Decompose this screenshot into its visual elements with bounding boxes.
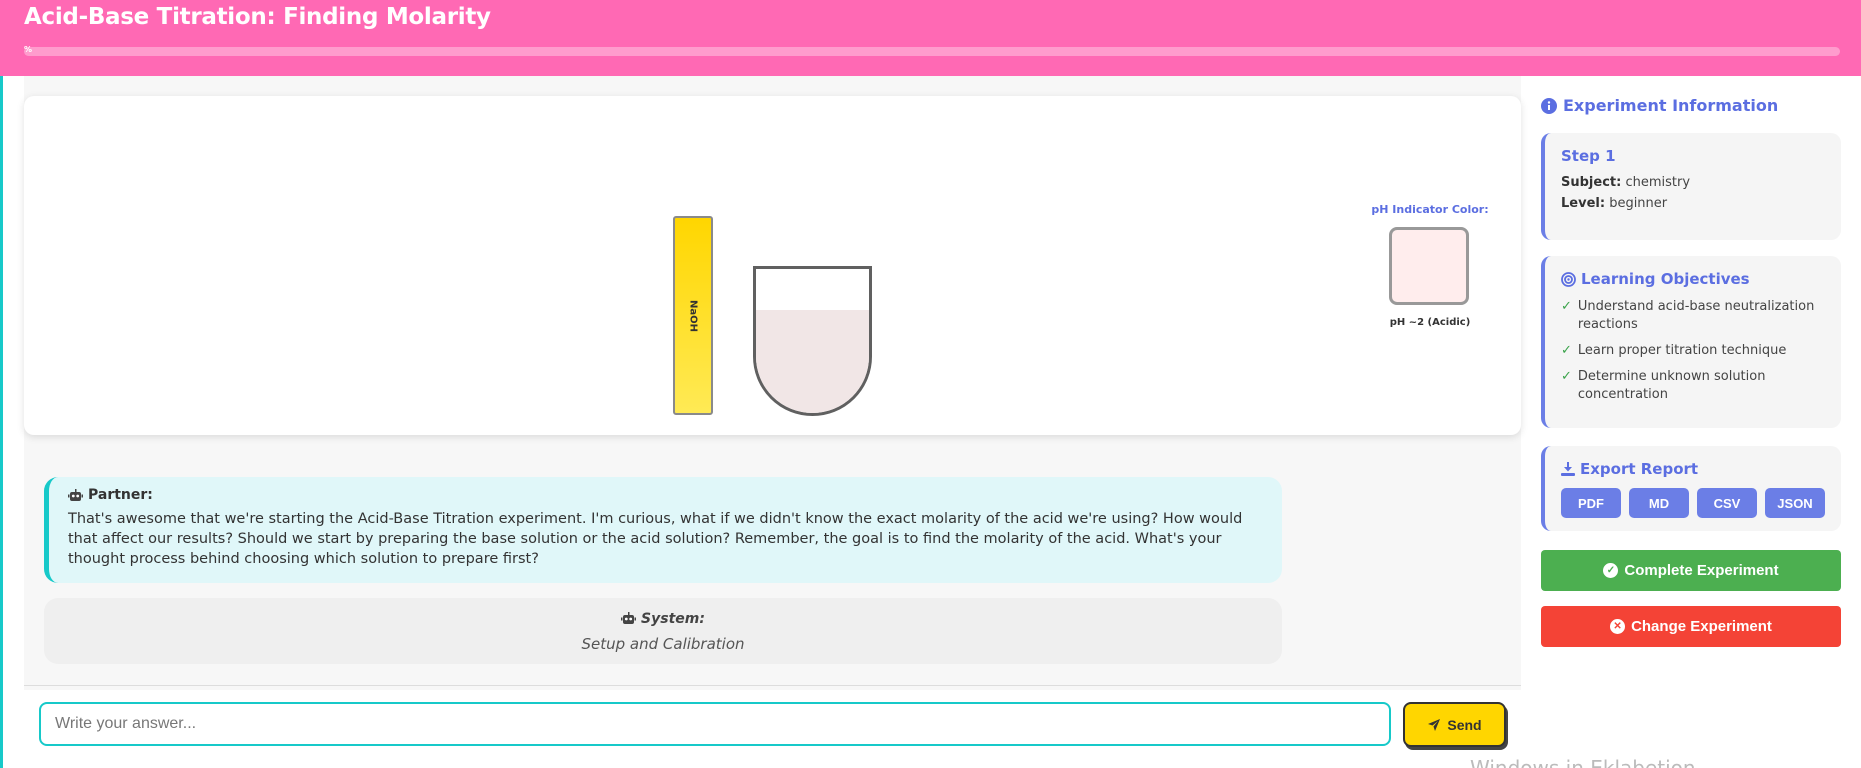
objective-item: ✓ Learn proper titration technique [1561, 342, 1825, 360]
objectives-title: Learning Objectives [1581, 270, 1750, 288]
system-sender-label: System: [641, 610, 705, 627]
objectives-heading: Learning Objectives [1561, 270, 1825, 288]
burette: NaOH [673, 216, 713, 415]
level-value: beginner [1609, 196, 1668, 211]
x-circle-icon: ✕ [1610, 619, 1626, 634]
subject-value: chemistry [1625, 175, 1691, 190]
paper-plane-icon [1428, 718, 1441, 731]
export-heading: Export Report [1561, 460, 1825, 478]
download-icon [1561, 462, 1575, 476]
system-sender: System: [621, 611, 705, 627]
objective-text: Understand acid-base neutralization reac… [1577, 299, 1815, 332]
export-title: Export Report [1580, 460, 1699, 478]
left-border [0, 76, 3, 768]
chat-divider [24, 685, 1521, 686]
ph-indicator-swatch [1389, 227, 1469, 305]
subject-row: Subject: chemistry [1561, 175, 1825, 190]
export-pdf-button[interactable]: PDF [1561, 488, 1621, 518]
flask-liquid [756, 310, 869, 413]
system-message-text: Setup and Calibration [581, 635, 745, 653]
export-md-button[interactable]: MD [1629, 488, 1689, 518]
export-json-button[interactable]: JSON [1765, 488, 1825, 518]
export-buttons: PDF MD CSV JSON [1561, 488, 1825, 518]
experiment-info-title: Experiment Information [1541, 96, 1778, 115]
step-title: Step 1 [1561, 147, 1616, 165]
export-card: Export Report PDF MD CSV JSON [1541, 446, 1841, 531]
objective-text: Learn proper titration technique [1577, 343, 1787, 358]
partner-sender: Partner: [68, 487, 1262, 503]
check-circle-icon: ✓ [1603, 563, 1619, 578]
header-bar: Acid-Base Titration: Finding Molarity % [0, 0, 1861, 76]
robot-icon [621, 612, 637, 624]
check-icon: ✓ [1561, 299, 1572, 314]
burette-label: NaOH [687, 299, 699, 332]
level-key: Level: [1561, 196, 1606, 211]
partner-sender-label: Partner: [88, 487, 153, 503]
progress-bar [24, 47, 1840, 56]
partner-message-text: That's awesome that we're starting the A… [68, 511, 1243, 567]
target-icon [1561, 271, 1576, 287]
experiment-info-label: Experiment Information [1563, 96, 1779, 115]
complete-experiment-button[interactable]: ✓ Complete Experiment [1541, 550, 1841, 591]
subject-key: Subject: [1561, 175, 1622, 190]
progress-text: % [24, 45, 33, 54]
info-icon [1541, 97, 1557, 114]
send-label: Send [1447, 716, 1482, 733]
partner-message: Partner: That's awesome that we're start… [44, 477, 1282, 583]
objective-item: ✓ Determine unknown solution concentrati… [1561, 368, 1825, 404]
system-message: System: Setup and Calibration [44, 598, 1282, 664]
change-label: Change Experiment [1631, 618, 1772, 635]
export-csv-button[interactable]: CSV [1697, 488, 1757, 518]
objective-item: ✓ Understand acid-base neutralization re… [1561, 298, 1825, 334]
send-button[interactable]: Send [1403, 702, 1506, 747]
check-icon: ✓ [1561, 343, 1572, 358]
objectives-card: Learning Objectives ✓ Understand acid-ba… [1541, 256, 1841, 428]
step-card: Step 1 Subject: chemistry Level: beginne… [1541, 133, 1841, 240]
ph-value: pH ~2 (Acidic) [1389, 317, 1471, 328]
answer-input[interactable] [39, 702, 1391, 746]
level-row: Level: beginner [1561, 196, 1825, 211]
page-title: Acid-Base Titration: Finding Molarity [24, 4, 491, 30]
flask [753, 266, 872, 416]
objective-text: Determine unknown solution concentration [1577, 369, 1766, 402]
robot-icon [68, 488, 83, 501]
watermark: Windows in Eklabetion [1470, 756, 1696, 768]
ph-indicator-title: pH Indicator Color: [1371, 203, 1489, 216]
check-icon: ✓ [1561, 369, 1572, 384]
complete-label: Complete Experiment [1624, 562, 1779, 579]
change-experiment-button[interactable]: ✕ Change Experiment [1541, 606, 1841, 647]
